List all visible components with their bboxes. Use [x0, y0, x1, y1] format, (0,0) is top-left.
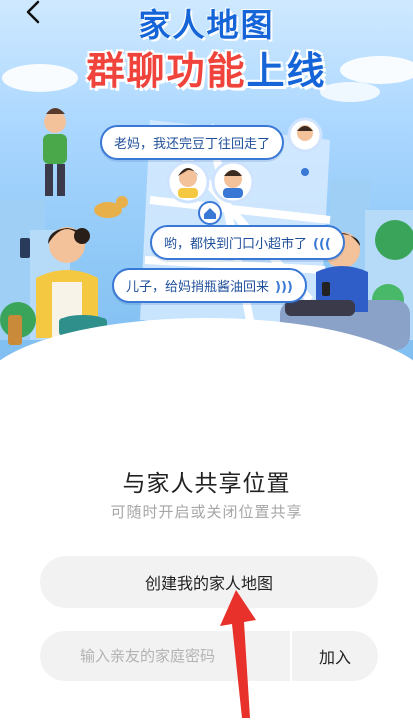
- join-family-row: 加入: [40, 631, 378, 681]
- page-heading: 与家人共享位置: [122, 471, 291, 497]
- chat-bubble-3: 儿子，给妈捎瓶酱油回来))): [112, 268, 307, 303]
- chat-bubble-text: 哟，都快到门口小超市了: [164, 237, 308, 252]
- chat-bubble-1: 老妈，我还完豆丁往回走了: [100, 125, 285, 160]
- red-arrow-icon: [220, 590, 256, 718]
- headline-red-part: 群聊功能: [86, 49, 247, 93]
- voice-wave-icon: (((: [313, 237, 331, 252]
- create-family-map-button[interactable]: 创建我的家人地图: [40, 556, 378, 608]
- chat-bubble-text: 儿子，给妈捎瓶酱油回来: [126, 280, 270, 295]
- join-button[interactable]: 加入: [292, 631, 378, 681]
- chat-bubble-text: 老妈，我还完豆丁往回走了: [114, 137, 271, 152]
- chat-bubble-2: 哟，都快到门口小超市了 (((: [150, 225, 345, 260]
- hero-banner: 家人地图 群聊功能上线 老妈，我还完豆丁往回走了 哟，都快到门口小超市了((( …: [0, 0, 413, 380]
- headline-blue-part: 上线: [246, 49, 327, 93]
- page-subheading: 可随时开启或关闭位置共享: [110, 503, 303, 521]
- voice-wave-icon: ))): [275, 280, 293, 295]
- banner-headline: 群聊功能上线: [0, 40, 413, 95]
